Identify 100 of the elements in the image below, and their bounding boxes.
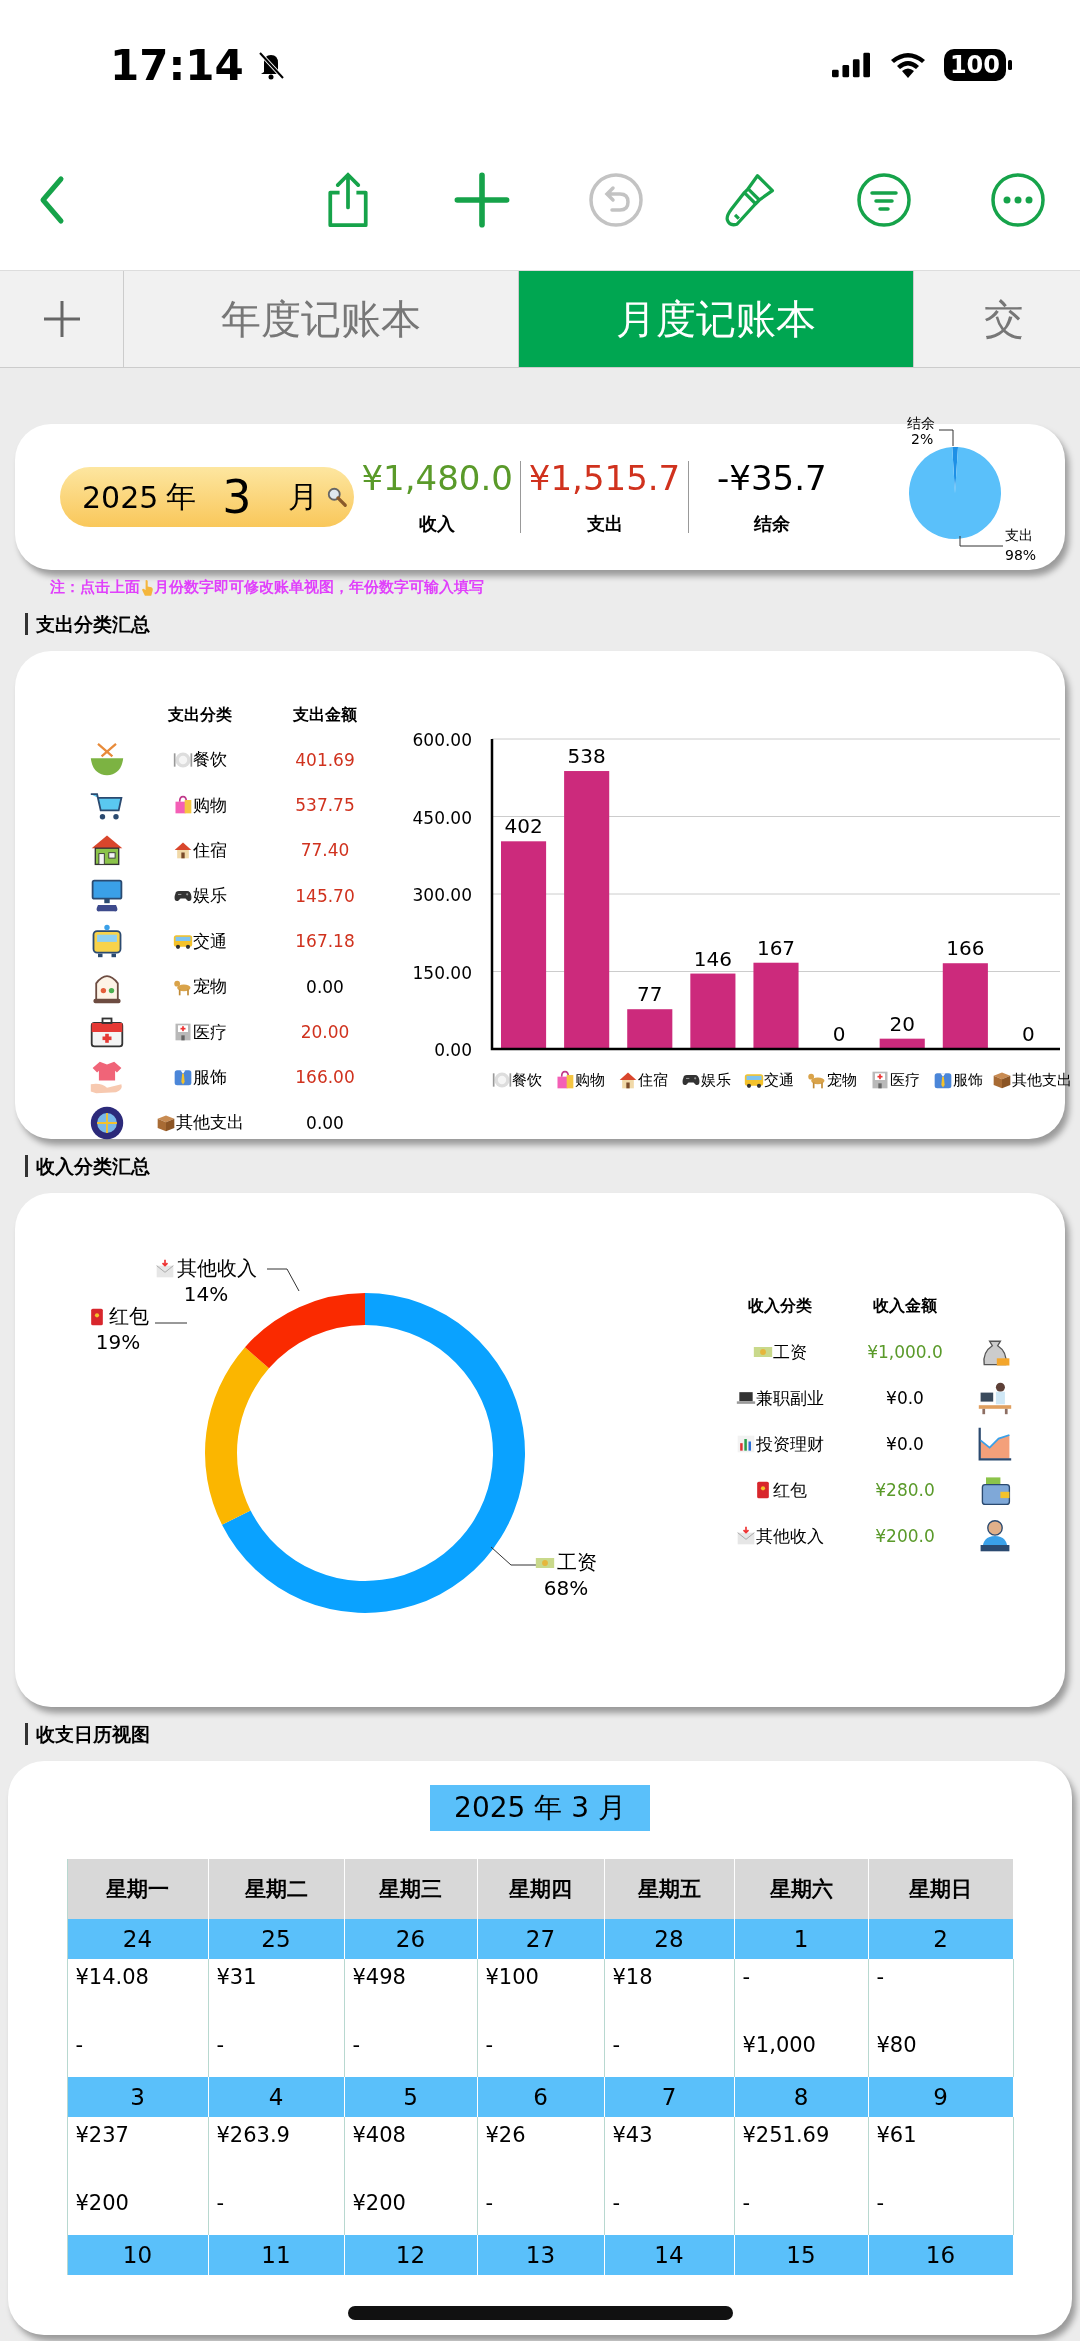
- expense-amount: ¥61: [876, 2123, 918, 2147]
- day-number: 9: [868, 2077, 1014, 2117]
- day-number: 15: [734, 2235, 869, 2275]
- envelope-icon: [736, 1526, 756, 1546]
- day-number: 10: [67, 2235, 209, 2275]
- amount-cell-text: 77.40: [299, 840, 351, 861]
- category-label: 医疗: [890, 1070, 920, 1090]
- monitor-icon: [89, 877, 125, 914]
- segment-percent: 68%: [543, 1576, 589, 1600]
- axis-tick-label: 300.00: [412, 885, 472, 905]
- envelope-icon: [155, 1258, 175, 1279]
- section-title: 收入分类汇总: [25, 1155, 1065, 1177]
- day-number: 25: [208, 1919, 345, 1959]
- axis-tick-label: 0.00: [434, 1040, 472, 1060]
- category-name: 服饰: [193, 1065, 227, 1089]
- expense-amount: -: [742, 1965, 752, 1989]
- sheet-tab[interactable]: 月度记账本: [519, 271, 914, 367]
- data-label: 166: [946, 936, 985, 961]
- category-name: 兼职副业: [756, 1386, 824, 1410]
- day-number: 1: [734, 1919, 869, 1959]
- amount-cell-text: 401.69: [294, 749, 356, 770]
- expense-amount: ¥498: [352, 1965, 407, 1989]
- day-number: 26: [344, 1919, 478, 1959]
- day-number: 11: [208, 2235, 345, 2275]
- column-header: 支出分类: [167, 704, 233, 726]
- total-label: 支出: [586, 512, 623, 536]
- shirt-on-hand-icon: [89, 1059, 125, 1096]
- income-amount: ¥200: [75, 2191, 130, 2215]
- column-header: 收入分类: [747, 1295, 813, 1317]
- shirt-icon: [933, 1070, 953, 1090]
- category-label: 其他支出: [1012, 1070, 1072, 1090]
- growth-chart-icon: [977, 1426, 1013, 1462]
- slice-value-label: 2%: [911, 431, 934, 447]
- plate-icon: [492, 1070, 512, 1090]
- income-amount: ¥200: [352, 2191, 407, 2215]
- segment-percent: 14%: [183, 1282, 229, 1306]
- income-amount: ¥1,000: [742, 2033, 817, 2057]
- plus-icon: [41, 299, 82, 339]
- expense-amount: ¥43: [612, 2123, 654, 2147]
- column-header: 收入金额: [872, 1295, 938, 1317]
- amount-cell-text: 20.00: [299, 1022, 351, 1043]
- data-label: 538: [567, 744, 606, 769]
- income-amount: -: [612, 2191, 622, 2215]
- bar-chart-icon: [736, 1434, 756, 1454]
- period-picker[interactable]: 2025 年 3 月: [60, 467, 354, 527]
- battery-cap-icon: [1008, 60, 1012, 70]
- data-label: 20: [889, 1011, 915, 1036]
- category-name: 交通: [193, 929, 227, 953]
- expense-amount: ¥263.9: [216, 2123, 291, 2147]
- data-label: 146: [693, 946, 732, 971]
- expense-amount: ¥237: [75, 2123, 130, 2147]
- bar: [879, 1038, 925, 1049]
- category-label: 购物: [575, 1070, 605, 1090]
- total-label: 结余: [753, 512, 790, 536]
- category-name: 工资: [773, 1340, 807, 1364]
- axis-tick-label: 150.00: [412, 962, 472, 983]
- day-number: 12: [344, 2235, 478, 2275]
- income-amount: -: [75, 2033, 85, 2057]
- clock: 17:14: [110, 40, 244, 90]
- bar: [627, 1009, 673, 1049]
- category-name: 红包: [773, 1478, 807, 1502]
- income-amount: -: [485, 2191, 495, 2215]
- day-number: 8: [734, 2077, 869, 2117]
- day-number: 28: [604, 1919, 735, 1959]
- income-amount: -: [352, 2033, 362, 2057]
- leader-line: [154, 1322, 188, 1324]
- day-number: 2: [868, 1919, 1014, 1959]
- expense-amount: ¥26: [485, 2123, 527, 2147]
- day-number: 27: [477, 1919, 605, 1959]
- leader-line: [959, 535, 1004, 547]
- category-name: 宠物: [193, 975, 227, 999]
- expense-amount: -: [876, 1965, 886, 1989]
- day-number: 3: [67, 2077, 209, 2117]
- bowl-icon: [89, 741, 125, 778]
- weekday-header: 星期六: [734, 1859, 869, 1919]
- amount-cell-text: ¥200.0: [874, 1526, 936, 1546]
- magnifier-icon: [325, 486, 348, 508]
- wifi-icon: [889, 52, 926, 78]
- day-number: 6: [477, 2077, 605, 2117]
- segment-label: 工资: [557, 1549, 597, 1576]
- expense-amount: ¥18: [612, 1965, 654, 1989]
- hint-text: 注：点击上面 月份数字即可修改账单视图，年份数字可输入填写: [49, 577, 485, 597]
- weekday-header: 星期一: [67, 1859, 209, 1919]
- battery-indicator: 100: [943, 49, 1006, 81]
- segment-percent: 19%: [95, 1330, 141, 1354]
- shirt-icon: [173, 1067, 193, 1088]
- data-label: 0: [832, 1022, 846, 1046]
- income-amount: -: [742, 2191, 752, 2215]
- income-amount: -: [876, 2191, 886, 2215]
- segment-label: 其他收入: [177, 1255, 257, 1282]
- category-label: 服饰: [953, 1070, 983, 1090]
- shopping-bag-icon: [555, 1070, 575, 1090]
- weekday-header: 星期日: [868, 1859, 1014, 1919]
- section-title: 收支日历视图: [25, 1723, 1065, 1745]
- expense-amount: ¥14.08: [75, 1965, 150, 1989]
- expense-amount: ¥408: [352, 2123, 407, 2147]
- day-number: 14: [604, 2235, 735, 2275]
- amount-cell-text: 166.00: [294, 1067, 356, 1088]
- income-amount: -: [485, 2033, 495, 2057]
- category-name: 医疗: [193, 1020, 227, 1044]
